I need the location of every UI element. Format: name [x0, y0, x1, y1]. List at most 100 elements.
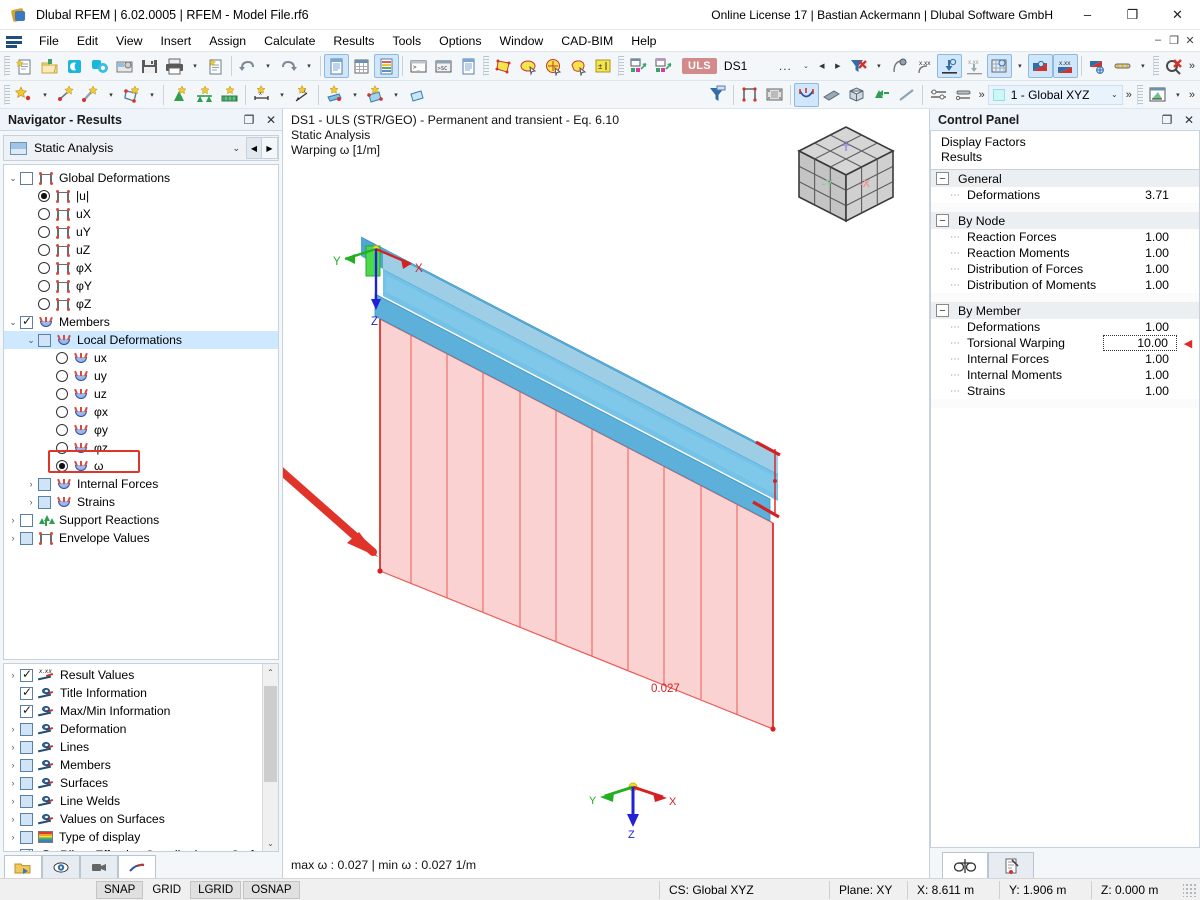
expander-closed-icon[interactable]: › — [6, 724, 20, 734]
structural-model-render[interactable]: X Y Z — [283, 109, 928, 869]
filter-clear-icon[interactable] — [846, 54, 871, 78]
expander-closed-icon[interactable]: › — [6, 814, 20, 824]
cloud-icon[interactable] — [62, 54, 87, 78]
menu-options[interactable]: Options — [430, 32, 490, 50]
tree-checkbox[interactable] — [20, 171, 33, 185]
close-button[interactable]: ✕ — [1155, 0, 1200, 30]
toolbar-grip-2[interactable] — [483, 56, 489, 76]
tree-radio[interactable] — [56, 442, 68, 454]
minimize-button[interactable]: ‒ — [1065, 0, 1110, 30]
tree-item[interactable]: uZ — [4, 241, 278, 259]
dimension-xx-icon[interactable]: xx — [290, 83, 315, 107]
menu-assign[interactable]: Assign — [200, 32, 255, 50]
tree-item[interactable]: ux — [4, 349, 278, 367]
results-table-icon[interactable] — [374, 54, 399, 78]
resize-grip-icon[interactable] — [1183, 882, 1197, 897]
tree-item[interactable]: › Type of display — [4, 828, 262, 846]
factor-row[interactable]: ⋯ Strains 1.00 — [931, 383, 1199, 399]
tree-item[interactable]: › Ribs - Effective Contribution on Surf..… — [4, 846, 262, 851]
tab-panel-details[interactable] — [988, 852, 1034, 878]
load-case-manager-icon[interactable] — [626, 54, 651, 78]
doc-minimize-icon[interactable]: ‒ — [1150, 34, 1166, 47]
surface-load-caret[interactable]: ▾ — [388, 83, 404, 107]
menu-view[interactable]: View — [107, 32, 151, 50]
display-factors-list[interactable]: − General ⋯ Deformations 3.71− By Node ⋯ Reacti… — [930, 170, 1200, 848]
render-cube-icon[interactable] — [844, 83, 869, 107]
filter-dropdown-caret[interactable]: ▾ — [871, 54, 887, 78]
factor-group-header[interactable]: − By Node — [931, 212, 1199, 229]
printout-report-icon[interactable] — [203, 54, 228, 78]
factor-row[interactable]: ⋯ Reaction Moments 1.00 — [931, 245, 1199, 261]
menu-insert[interactable]: Insert — [151, 32, 200, 50]
load-case-dropdown-caret[interactable]: ⌄ — [798, 54, 814, 78]
tree-item[interactable]: φX — [4, 259, 278, 277]
toolbar2-end-chevron[interactable]: » — [1186, 89, 1198, 101]
expander-open-icon[interactable]: ⌄ — [6, 173, 20, 184]
expander-closed-icon[interactable]: › — [6, 670, 20, 680]
load-case-overflow[interactable]: ... — [773, 59, 798, 73]
hide-results-icon[interactable]: x.xx — [962, 54, 987, 78]
toolbar-overflow-chevron[interactable]: » — [1186, 60, 1198, 72]
select-ellipse-icon[interactable] — [516, 54, 541, 78]
show-model-frame-icon[interactable] — [737, 83, 762, 107]
deformation-display-icon[interactable] — [793, 82, 819, 107]
menu-results[interactable]: Results — [324, 32, 383, 50]
tree-item[interactable]: Title Information — [4, 684, 262, 702]
scroll-track[interactable] — [263, 680, 278, 835]
navigator-close-icon[interactable]: ✕ — [260, 113, 282, 127]
toolbar-grip-4[interactable] — [1152, 56, 1159, 76]
cs-dropdown-caret[interactable]: ⌄ — [1111, 90, 1118, 99]
new-line-icon[interactable] — [53, 83, 78, 107]
tree-item[interactable]: Max/Min Information — [4, 702, 262, 720]
result-values-on-diagram-icon[interactable]: x.xx — [1052, 54, 1078, 78]
select-surface-icon[interactable] — [491, 54, 516, 78]
tree-checkbox[interactable] — [20, 812, 33, 826]
tree-item[interactable]: φx — [4, 403, 278, 421]
maximize-button[interactable]: ❐ — [1110, 0, 1155, 30]
result-values-xxx-icon[interactable]: x.xx — [912, 54, 937, 78]
select-circle-icon[interactable] — [541, 54, 566, 78]
analysis-dropdown-caret[interactable]: ⌄ — [232, 143, 246, 154]
nodal-support-icon[interactable] — [167, 83, 192, 107]
factor-value[interactable]: 1.00 — [1103, 320, 1177, 334]
expander-closed-icon[interactable]: › — [6, 850, 20, 851]
line-support-icon[interactable] — [192, 83, 217, 107]
new-model-icon[interactable] — [12, 54, 37, 78]
results-surface-caret[interactable]: ▾ — [1012, 54, 1028, 78]
expander-closed-icon[interactable]: › — [6, 778, 20, 788]
collapse-icon[interactable]: − — [936, 304, 949, 317]
tree-radio[interactable] — [38, 280, 50, 292]
new-member-caret[interactable]: ▾ — [103, 83, 119, 107]
surface-support-icon[interactable] — [217, 83, 242, 107]
expander-closed-icon[interactable]: › — [6, 515, 20, 525]
tree-checkbox[interactable] — [38, 495, 51, 509]
result-diagram-fill-icon[interactable] — [1027, 54, 1053, 78]
nodal-load-icon[interactable] — [322, 83, 347, 107]
tab-navigator-model[interactable] — [4, 855, 42, 878]
factor-group-header[interactable]: − General — [931, 170, 1199, 187]
navigator-restore-icon[interactable]: ❐ — [238, 113, 260, 127]
tree-radio[interactable] — [38, 262, 50, 274]
tab-navigator-display[interactable] — [42, 855, 80, 878]
scroll-thumb[interactable] — [264, 686, 277, 782]
tree-item[interactable]: ⌄ Members — [4, 313, 278, 331]
tree-item[interactable]: φZ — [4, 295, 278, 313]
select-freeform-icon[interactable] — [566, 54, 591, 78]
print-icon[interactable] — [162, 54, 187, 78]
tree-item[interactable]: › x.xx Result Values — [4, 666, 262, 684]
factor-row[interactable]: ⋯ Distribution of Forces 1.00 — [931, 261, 1199, 277]
tree-checkbox[interactable] — [20, 830, 33, 844]
tree-radio[interactable] — [56, 352, 68, 364]
tree-item[interactable]: › Deformation — [4, 720, 262, 738]
doc-restore-icon[interactable]: ❐ — [1166, 34, 1182, 47]
tree-checkbox[interactable] — [20, 794, 33, 808]
support-visibility-icon[interactable] — [869, 83, 894, 107]
tab-navigator-results[interactable] — [118, 855, 156, 878]
factor-value[interactable]: 1.00 — [1103, 368, 1177, 382]
tree-item[interactable]: φz — [4, 439, 278, 457]
expander-closed-icon[interactable]: › — [6, 760, 20, 770]
new-surface-icon[interactable] — [119, 83, 144, 107]
tree-checkbox[interactable] — [20, 531, 33, 545]
factor-value[interactable]: 1.00 — [1103, 262, 1177, 276]
undo-icon[interactable] — [235, 54, 260, 78]
